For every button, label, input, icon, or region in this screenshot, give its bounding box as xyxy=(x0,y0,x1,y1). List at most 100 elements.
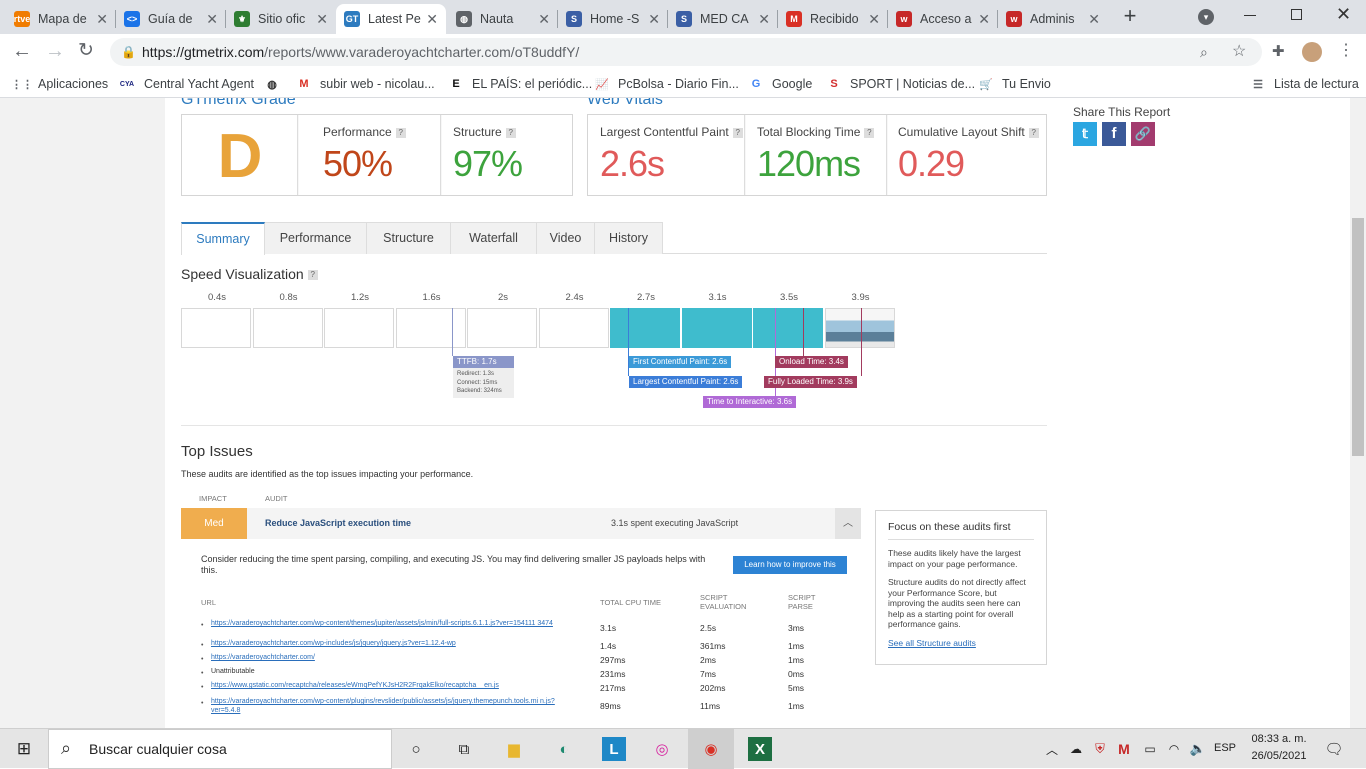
learn-improve-button[interactable]: Learn how to improve this xyxy=(733,556,847,574)
close-tab-icon[interactable]: ✕ xyxy=(538,11,550,28)
bookmark-item[interactable]: E EL PAÍS: el periódic... xyxy=(448,76,592,92)
profile-avatar[interactable] xyxy=(1302,42,1322,62)
tab-4[interactable]: GT Latest Pe ✕ xyxy=(336,4,446,34)
reading-list-button[interactable]: ☰ Lista de lectura xyxy=(1250,76,1359,92)
tab-10[interactable]: w Adminis ✕ xyxy=(998,4,1108,34)
minimize-icon[interactable] xyxy=(1244,15,1256,16)
close-tab-icon[interactable]: ✕ xyxy=(426,11,438,28)
task-view-icon[interactable]: ⧉ xyxy=(452,737,476,761)
bookmark-item[interactable]: ◍ xyxy=(264,76,288,92)
help-icon[interactable]: ? xyxy=(395,127,406,138)
twitter-icon[interactable]: 𝕥 xyxy=(1073,122,1097,146)
tab-8[interactable]: M Recibido ✕ xyxy=(778,4,888,34)
tab-waterfall[interactable]: Waterfall xyxy=(451,222,537,254)
close-tab-icon[interactable]: ✕ xyxy=(758,11,770,28)
close-tab-icon[interactable]: ✕ xyxy=(316,11,328,28)
clock-date[interactable]: 26/05/2021 xyxy=(1248,750,1310,762)
filmstrip-frame[interactable] xyxy=(181,308,251,348)
tab-summary[interactable]: Summary xyxy=(181,222,265,255)
script-url[interactable]: https://varaderoyachtcharter.com/wp-cont… xyxy=(211,619,583,628)
taskbar-search-box[interactable]: ⌕ Buscar cualquier cosa xyxy=(48,729,392,769)
close-tab-icon[interactable]: ✕ xyxy=(978,11,990,28)
clock-time[interactable]: 08:33 a. m. xyxy=(1248,733,1310,745)
extensions-icon[interactable]: ✚ xyxy=(1272,42,1285,60)
help-icon[interactable]: ? xyxy=(307,270,318,281)
filmstrip-frame[interactable] xyxy=(467,308,537,348)
l-app-icon[interactable]: L xyxy=(602,737,626,761)
new-tab-button[interactable]: + xyxy=(1118,5,1142,29)
bookmark-item[interactable]: 🛒 Tu Envio xyxy=(978,76,1051,92)
filmstrip-frame[interactable] xyxy=(395,308,466,348)
facebook-icon[interactable]: f xyxy=(1102,122,1126,146)
back-icon[interactable]: ← xyxy=(12,40,32,63)
help-icon[interactable]: ? xyxy=(1028,127,1039,138)
battery-icon[interactable]: ▭ xyxy=(1138,737,1162,761)
tab-7[interactable]: S MED CA ✕ xyxy=(668,4,778,34)
tab-6[interactable]: S Home -S ✕ xyxy=(558,4,668,34)
tab-structure[interactable]: Structure xyxy=(367,222,451,254)
bookmark-star-icon[interactable]: ☆ xyxy=(1232,38,1246,66)
excel-icon[interactable]: X xyxy=(748,737,772,761)
tab-9[interactable]: w Acceso a ✕ xyxy=(888,4,998,34)
windows-start-icon[interactable]: ⊞ xyxy=(12,737,36,761)
filmstrip-frame[interactable] xyxy=(538,308,609,348)
onedrive-icon[interactable]: ☁ xyxy=(1064,737,1088,761)
close-tab-icon[interactable]: ✕ xyxy=(96,11,108,28)
language-indicator[interactable]: ESP xyxy=(1214,742,1236,754)
forward-icon[interactable]: → xyxy=(45,40,65,63)
tab-video[interactable]: Video xyxy=(537,222,595,254)
script-url[interactable]: https://varaderoyachtcharter.com/wp-incl… xyxy=(211,639,583,648)
help-icon[interactable]: ? xyxy=(864,127,875,138)
maximize-icon[interactable] xyxy=(1291,9,1302,20)
audit-row[interactable]: Med Reduce JavaScript execution time 3.1… xyxy=(181,508,861,539)
edge-icon[interactable]: ◐ xyxy=(552,737,576,761)
tab-1[interactable]: rtve Mapa de ✕ xyxy=(6,4,116,34)
reload-icon[interactable]: ↻ xyxy=(78,39,94,62)
script-url[interactable]: https://www.gstatic.com/recaptcha/releas… xyxy=(211,681,583,690)
address-bar[interactable]: 🔒 https://gtmetrix.com/reports/www.varad… xyxy=(110,38,1262,66)
bookmark-item[interactable]: Msubir web - nicolau... xyxy=(296,76,434,92)
bookmark-item[interactable]: ⋮⋮ Aplicaciones xyxy=(11,76,108,92)
close-tab-icon[interactable]: ✕ xyxy=(868,11,880,28)
filmstrip-frame[interactable] xyxy=(681,308,752,348)
tab-2[interactable]: <> Guía de ✕ xyxy=(116,4,226,34)
tab-search-icon[interactable]: ▾ xyxy=(1198,9,1214,25)
cortana-icon[interactable]: ○ xyxy=(404,737,428,761)
wifi-icon[interactable]: ◠ xyxy=(1162,737,1186,761)
file-explorer-icon[interactable]: ▆ xyxy=(502,737,526,761)
audit-title[interactable]: Reduce JavaScript execution time xyxy=(265,518,411,528)
page-scrollbar[interactable] xyxy=(1350,98,1366,728)
filmstrip-frame[interactable] xyxy=(252,308,323,348)
close-window-icon[interactable]: ✕ xyxy=(1336,4,1351,25)
script-url[interactable]: https://varaderoyachtcharter.com/ xyxy=(211,653,583,662)
bookmark-item[interactable]: 📈 PcBolsa - Diario Fin... xyxy=(594,76,739,92)
filmstrip-frame[interactable] xyxy=(610,308,680,348)
volume-icon[interactable]: 🔈 xyxy=(1186,737,1210,761)
script-url[interactable]: https://varaderoyachtcharter.com/wp-cont… xyxy=(211,697,583,715)
menu-icon[interactable]: ⋮ xyxy=(1338,40,1354,60)
notifications-icon[interactable]: 🗨 xyxy=(1322,737,1346,761)
chrome-icon[interactable]: ◉ xyxy=(699,737,723,761)
close-tab-icon[interactable]: ✕ xyxy=(206,11,218,28)
mcafee-icon[interactable]: M xyxy=(1112,737,1136,761)
tray-chevron-icon[interactable]: ︿ xyxy=(1040,737,1064,761)
close-tab-icon[interactable]: ✕ xyxy=(1088,11,1100,28)
tab-3[interactable]: ⚜ Sitio ofic ✕ xyxy=(226,4,336,34)
bookmark-item[interactable]: CYA Central Yacht Agent xyxy=(118,76,254,92)
filmstrip-frame[interactable] xyxy=(324,308,394,348)
link-icon[interactable]: 🔗 xyxy=(1131,122,1155,146)
help-icon[interactable]: ? xyxy=(732,127,743,138)
scrollbar-thumb[interactable] xyxy=(1352,218,1364,456)
tab-history[interactable]: History xyxy=(595,222,663,254)
collapse-chevron-icon[interactable]: ︿ xyxy=(835,508,861,539)
bookmark-item[interactable]: G Google xyxy=(748,76,813,92)
antivirus-icon[interactable]: ⛨ xyxy=(1088,737,1112,761)
instagram-icon[interactable]: ◎ xyxy=(650,737,674,761)
tab-performance[interactable]: Performance xyxy=(265,222,367,254)
help-icon[interactable]: ? xyxy=(505,127,516,138)
zoom-icon[interactable]: ⌕ xyxy=(1200,38,1208,66)
structure-audits-link[interactable]: See all Structure audits xyxy=(888,638,1034,648)
close-tab-icon[interactable]: ✕ xyxy=(648,11,660,28)
filmstrip-frame-screenshot[interactable] xyxy=(824,308,895,348)
tab-5[interactable]: ◍ Nauta ✕ xyxy=(448,4,558,34)
